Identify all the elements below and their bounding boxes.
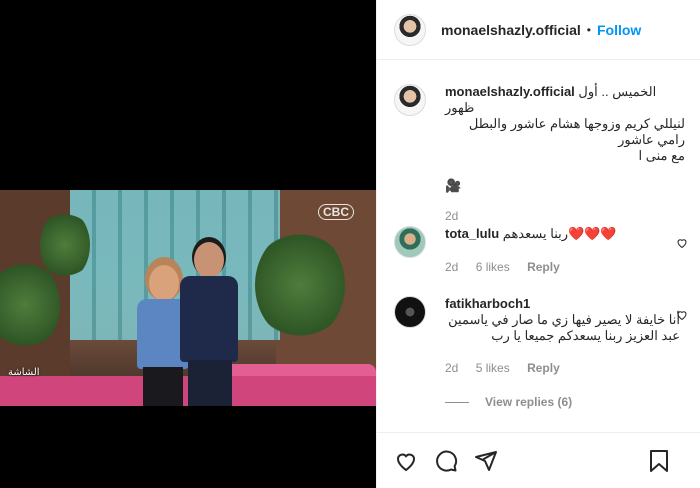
share-icon[interactable] [473, 448, 499, 474]
comment-likes[interactable]: 6 likes [476, 260, 510, 274]
caption-username[interactable]: monaelshazly.official [445, 84, 575, 99]
post-video[interactable]: الشاشة CBC [0, 190, 376, 406]
media-panel: الشاشة CBC [0, 0, 376, 488]
comment-icon[interactable] [433, 448, 459, 474]
caption-line3: مع منى ا [638, 148, 685, 163]
comment-likes[interactable]: 5 likes [476, 361, 510, 375]
commenter-avatar[interactable] [394, 296, 426, 328]
caption-time[interactable]: 2d [445, 209, 458, 223]
commenter-avatar[interactable] [394, 226, 426, 258]
heart-icon[interactable] [393, 448, 419, 474]
caption-avatar[interactable] [394, 84, 426, 116]
reply-button[interactable]: Reply [527, 260, 560, 274]
comment-like-heart-icon[interactable] [676, 308, 688, 326]
comment-time[interactable]: 2d [445, 361, 458, 375]
reply-button[interactable]: Reply [527, 361, 560, 375]
replies-divider [445, 401, 469, 403]
author-username[interactable]: monaelshazly.official [441, 22, 581, 38]
comment-text: ربنا يسعدهم❤️❤️❤️ [502, 226, 617, 241]
caption-line4: 🎥 [445, 178, 462, 193]
bookmark-icon[interactable] [646, 448, 672, 474]
author-avatar[interactable] [394, 13, 426, 46]
caption-block: monaelshazly.official الخميس .. أول ظهور… [394, 84, 692, 224]
comment-text: أنا خايفة لا يصير فيها زي ما صار في ياسم… [448, 312, 680, 343]
view-replies-button[interactable]: View replies (6) [485, 394, 572, 410]
header-separator: • [586, 22, 591, 37]
post-actions [377, 432, 700, 488]
comment-username[interactable]: fatikharboch1 [445, 296, 530, 311]
man-figure [180, 242, 240, 406]
post-header: monaelshazly.official • Follow [377, 0, 700, 60]
post-side-panel: monaelshazly.official • Follow monaelsha… [376, 0, 700, 488]
comment-like-heart-icon[interactable] [676, 236, 688, 254]
channel-logo: CBC [318, 204, 354, 220]
comment-item: tota_lulu ربنا يسعدهم❤️❤️❤️ 2d 6 likes R… [394, 226, 692, 275]
comment-item: fatikharboch1 أنا خايفة لا يصير فيها زي … [394, 296, 692, 410]
follow-button[interactable]: Follow [597, 22, 641, 38]
comment-username[interactable]: tota_lulu [445, 226, 499, 241]
show-logo: الشاشة [8, 367, 40, 378]
comment-time[interactable]: 2d [445, 260, 458, 274]
caption-line2: لنيللي كريم وزوجها هشام عاشور والبطل رام… [468, 116, 685, 147]
